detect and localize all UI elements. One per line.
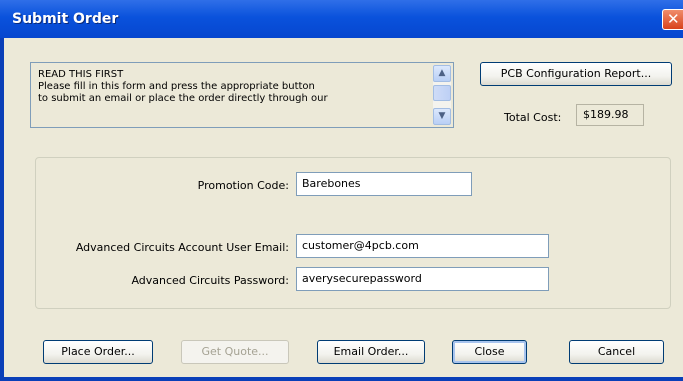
- instructions-text: READ THIS FIRST Please fill in this form…: [38, 69, 426, 105]
- instructions-line: READ THIS FIRST: [38, 69, 124, 80]
- submit-order-dialog: Submit Order ✕ READ THIS FIRST Please fi…: [0, 0, 683, 381]
- password-label: Advanced Circuits Password:: [131, 274, 289, 287]
- instructions-textbox[interactable]: READ THIS FIRST Please fill in this form…: [30, 62, 454, 128]
- scroll-up-button[interactable]: ▲: [433, 65, 451, 82]
- pcb-configuration-report-button[interactable]: PCB Configuration Report...: [480, 62, 672, 86]
- close-window-button[interactable]: ✕: [662, 9, 683, 30]
- get-quote-button[interactable]: Get Quote...: [181, 340, 289, 364]
- title-bar[interactable]: Submit Order ✕: [0, 0, 683, 38]
- chevron-down-icon: ▼: [438, 111, 446, 121]
- chevron-up-icon: ▲: [438, 68, 446, 78]
- instructions-line: Please fill in this form and press the a…: [38, 81, 315, 92]
- dialog-body: READ THIS FIRST Please fill in this form…: [4, 38, 683, 377]
- password-input[interactable]: averysecurepassword: [296, 267, 549, 291]
- instructions-scrollbar[interactable]: ▲ ▼: [433, 65, 451, 125]
- total-cost-value: $189.98: [576, 104, 644, 126]
- close-icon: ✕: [667, 10, 680, 28]
- window-bottom-border: [0, 377, 683, 381]
- close-button[interactable]: Close: [452, 340, 527, 364]
- total-cost-label: Total Cost:: [504, 111, 562, 124]
- instructions-line: to submit an email or place the order di…: [38, 93, 328, 104]
- email-order-button[interactable]: Email Order...: [317, 340, 425, 364]
- promotion-code-label: Promotion Code:: [197, 179, 289, 192]
- scroll-down-button[interactable]: ▼: [433, 108, 451, 125]
- promotion-code-input[interactable]: Barebones: [296, 172, 472, 196]
- account-email-input[interactable]: customer@4pcb.com: [296, 234, 549, 258]
- cancel-button[interactable]: Cancel: [569, 340, 664, 364]
- account-email-label: Advanced Circuits Account User Email:: [75, 241, 289, 254]
- window-title: Submit Order: [12, 11, 119, 27]
- place-order-button[interactable]: Place Order...: [43, 340, 153, 364]
- scroll-thumb[interactable]: [433, 85, 451, 101]
